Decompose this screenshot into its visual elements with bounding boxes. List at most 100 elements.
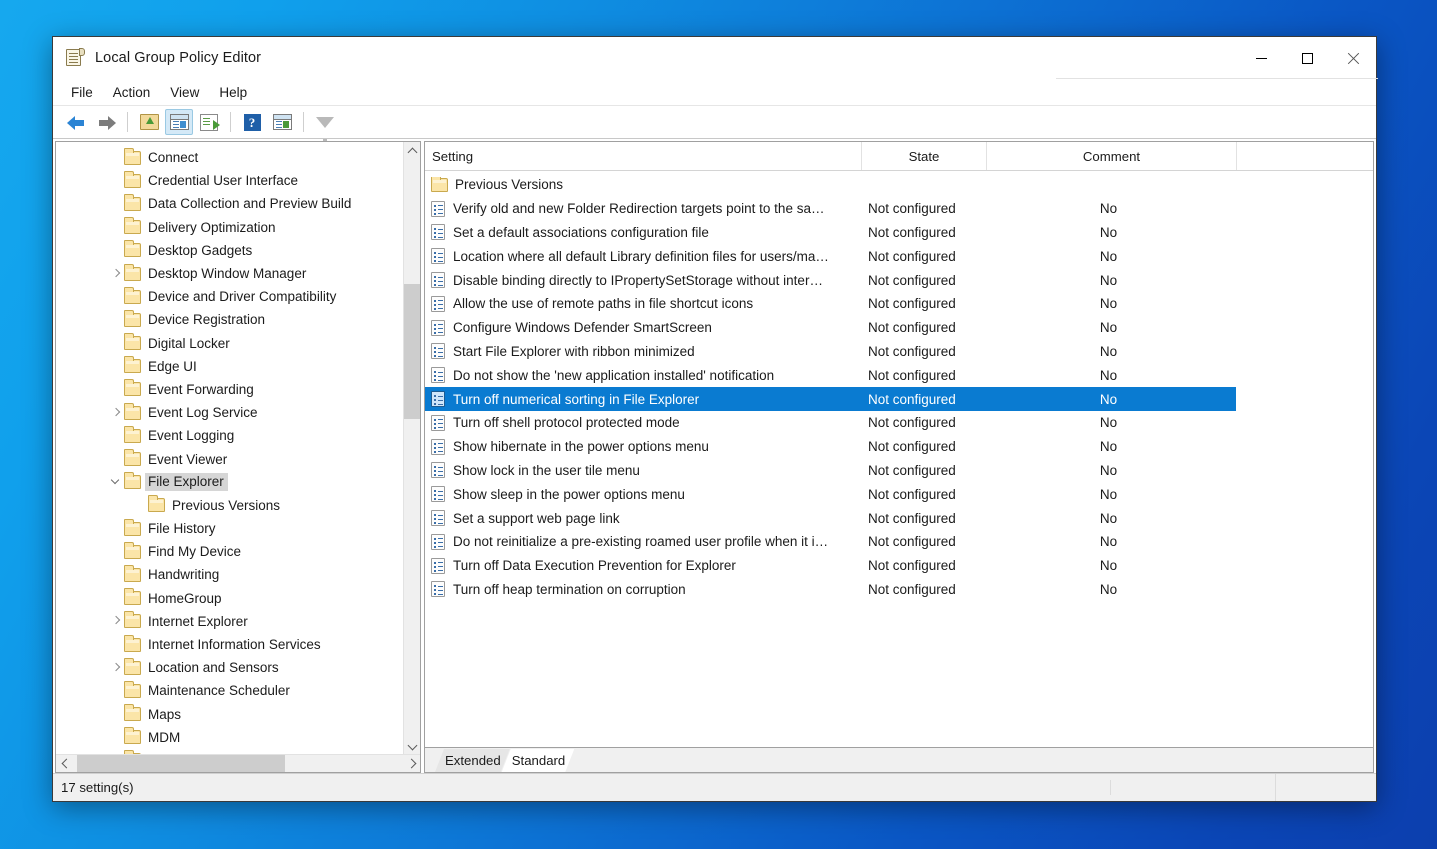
- scroll-down-button[interactable]: [404, 737, 420, 754]
- column-header-comment[interactable]: Comment: [987, 142, 1237, 170]
- settings-row[interactable]: Turn off shell protocol protected mode No…: [425, 411, 1236, 435]
- settings-row[interactable]: Show lock in the user tile menu Not confi…: [425, 459, 1236, 483]
- tree-item[interactable]: Desktop Window Manager: [56, 262, 403, 285]
- forward-button[interactable]: [92, 109, 120, 135]
- column-header-state[interactable]: State: [862, 142, 987, 170]
- settings-row[interactable]: Verify old and new Folder Redirection ta…: [425, 197, 1236, 221]
- settings-row[interactable]: Set a default associations configuration…: [425, 221, 1236, 245]
- tree-item[interactable]: Desktop Gadgets: [56, 239, 403, 262]
- tree-vscroll-track[interactable]: [404, 159, 420, 737]
- tree-horizontal-scrollbar[interactable]: [56, 754, 420, 772]
- up-one-level-button[interactable]: [135, 109, 163, 135]
- tree-item[interactable]: File History: [56, 517, 403, 540]
- chevron-down-icon[interactable]: [108, 474, 124, 490]
- close-icon: [1347, 52, 1360, 65]
- settings-row[interactable]: Turn off heap termination on corruption N…: [425, 578, 1236, 602]
- filter-button[interactable]: [311, 109, 339, 145]
- tree-item[interactable]: Data Collection and Preview Build: [56, 192, 403, 215]
- policy-tree[interactable]: Connect Credential User Interface Data Col…: [56, 142, 403, 754]
- tree-item[interactable]: Handwriting: [56, 563, 403, 586]
- cell-comment: No: [1099, 320, 1118, 336]
- tree-item[interactable]: Location and Sensors: [56, 656, 403, 679]
- tree-item[interactable]: Maintenance Scheduler: [56, 679, 403, 702]
- export-list-button[interactable]: [195, 109, 223, 135]
- tree-item[interactable]: Credential User Interface: [56, 169, 403, 192]
- tree-item[interactable]: HomeGroup: [56, 587, 403, 610]
- back-button[interactable]: [62, 109, 90, 135]
- menu-file[interactable]: File: [61, 82, 103, 103]
- tree-vertical-scrollbar[interactable]: [403, 142, 420, 754]
- tree-item[interactable]: Maps: [56, 703, 403, 726]
- tree-item[interactable]: Find My Device: [56, 540, 403, 563]
- tree-item[interactable]: Event Logging: [56, 424, 403, 447]
- tree-item-label: Location and Sensors: [148, 660, 279, 676]
- setting-name: Location where all default Library defin…: [453, 248, 829, 264]
- settings-row[interactable]: Set a support web page link Not configure…: [425, 506, 1236, 530]
- setting-name: Turn off heap termination on corruption: [453, 581, 686, 597]
- scroll-up-button[interactable]: [404, 142, 420, 159]
- settings-row[interactable]: Do not reinitialize a pre-existing roame…: [425, 530, 1236, 554]
- tree-item[interactable]: Device Registration: [56, 308, 403, 331]
- settings-row[interactable]: Previous Versions: [425, 173, 1236, 197]
- scroll-right-button[interactable]: [403, 755, 420, 772]
- settings-row[interactable]: Disable binding directly to IPropertySet…: [425, 268, 1236, 292]
- tree-item-label: Data Collection and Preview Build: [148, 196, 352, 212]
- folder-icon: [124, 680, 141, 698]
- chevron-right-icon[interactable]: [108, 613, 124, 629]
- scroll-left-button[interactable]: [56, 755, 73, 772]
- tree-item-label: Previous Versions: [172, 497, 281, 513]
- tree-vscroll-thumb[interactable]: [404, 284, 420, 419]
- folder-icon: [124, 147, 141, 165]
- close-button[interactable]: [1330, 37, 1376, 79]
- tree-item[interactable]: Event Viewer: [56, 447, 403, 470]
- tree-item[interactable]: Edge UI: [56, 355, 403, 378]
- chevron-right-icon[interactable]: [108, 266, 124, 282]
- view-tabs[interactable]: Extended Standard: [425, 747, 1373, 772]
- cell-setting: Do not show the 'new application install…: [425, 367, 862, 384]
- settings-row[interactable]: Start File Explorer with ribbon minimize…: [425, 340, 1236, 364]
- help-button[interactable]: ?: [238, 109, 266, 135]
- settings-row[interactable]: Turn off numerical sorting in File Explo…: [425, 387, 1236, 411]
- settings-row[interactable]: Configure Windows Defender SmartScreen No…: [425, 316, 1236, 340]
- tree-item-label: MDM: [148, 729, 181, 745]
- tree-hscroll-thumb[interactable]: [77, 755, 285, 772]
- chevron-right-icon[interactable]: [108, 660, 124, 676]
- tree-item[interactable]: Digital Locker: [56, 332, 403, 355]
- tree-item[interactable]: Event Log Service: [56, 401, 403, 424]
- maximize-button[interactable]: [1284, 37, 1330, 79]
- tree-item[interactable]: Event Forwarding: [56, 378, 403, 401]
- minimize-button[interactable]: [1238, 37, 1284, 79]
- tree-item[interactable]: Connect: [56, 146, 403, 169]
- toolbar-separator-3: [303, 112, 304, 132]
- tree-item[interactable]: Internet Explorer: [56, 610, 403, 633]
- cell-comment: No: [1099, 224, 1118, 240]
- tree-item[interactable]: File Explorer: [56, 471, 403, 494]
- settings-rows[interactable]: Previous Versions Verify old and new Fold…: [425, 171, 1373, 747]
- tree-item[interactable]: Device and Driver Compatibility: [56, 285, 403, 308]
- settings-row[interactable]: Location where all default Library defin…: [425, 244, 1236, 268]
- tree-item[interactable]: MDM: [56, 726, 403, 749]
- tree-item[interactable]: Internet Information Services: [56, 633, 403, 656]
- tree-item[interactable]: Previous Versions: [56, 494, 403, 517]
- menu-help[interactable]: Help: [209, 82, 257, 103]
- tree-item[interactable]: Delivery Optimization: [56, 216, 403, 239]
- show-hide-action-pane-button[interactable]: [268, 109, 296, 135]
- show-hide-console-tree-button[interactable]: [165, 109, 193, 135]
- folder-icon: [124, 356, 141, 374]
- cell-state: Not configured: [868, 224, 956, 240]
- tab-standard[interactable]: Standard: [502, 749, 575, 772]
- tab-extended[interactable]: Extended: [435, 749, 510, 772]
- menu-view[interactable]: View: [160, 82, 209, 103]
- column-header-setting[interactable]: Setting: [425, 142, 862, 170]
- chevron-right-icon[interactable]: [108, 405, 124, 421]
- settings-row[interactable]: Allow the use of remote paths in file sh…: [425, 292, 1236, 316]
- menu-action[interactable]: Action: [103, 82, 161, 103]
- settings-row[interactable]: Show hibernate in the power options menu…: [425, 435, 1236, 459]
- settings-row[interactable]: Do not show the 'new application install…: [425, 363, 1236, 387]
- settings-row[interactable]: Show sleep in the power options menu Not …: [425, 482, 1236, 506]
- settings-row[interactable]: Turn off Data Execution Prevention for E…: [425, 554, 1236, 578]
- tree-hscroll-track[interactable]: [73, 755, 403, 772]
